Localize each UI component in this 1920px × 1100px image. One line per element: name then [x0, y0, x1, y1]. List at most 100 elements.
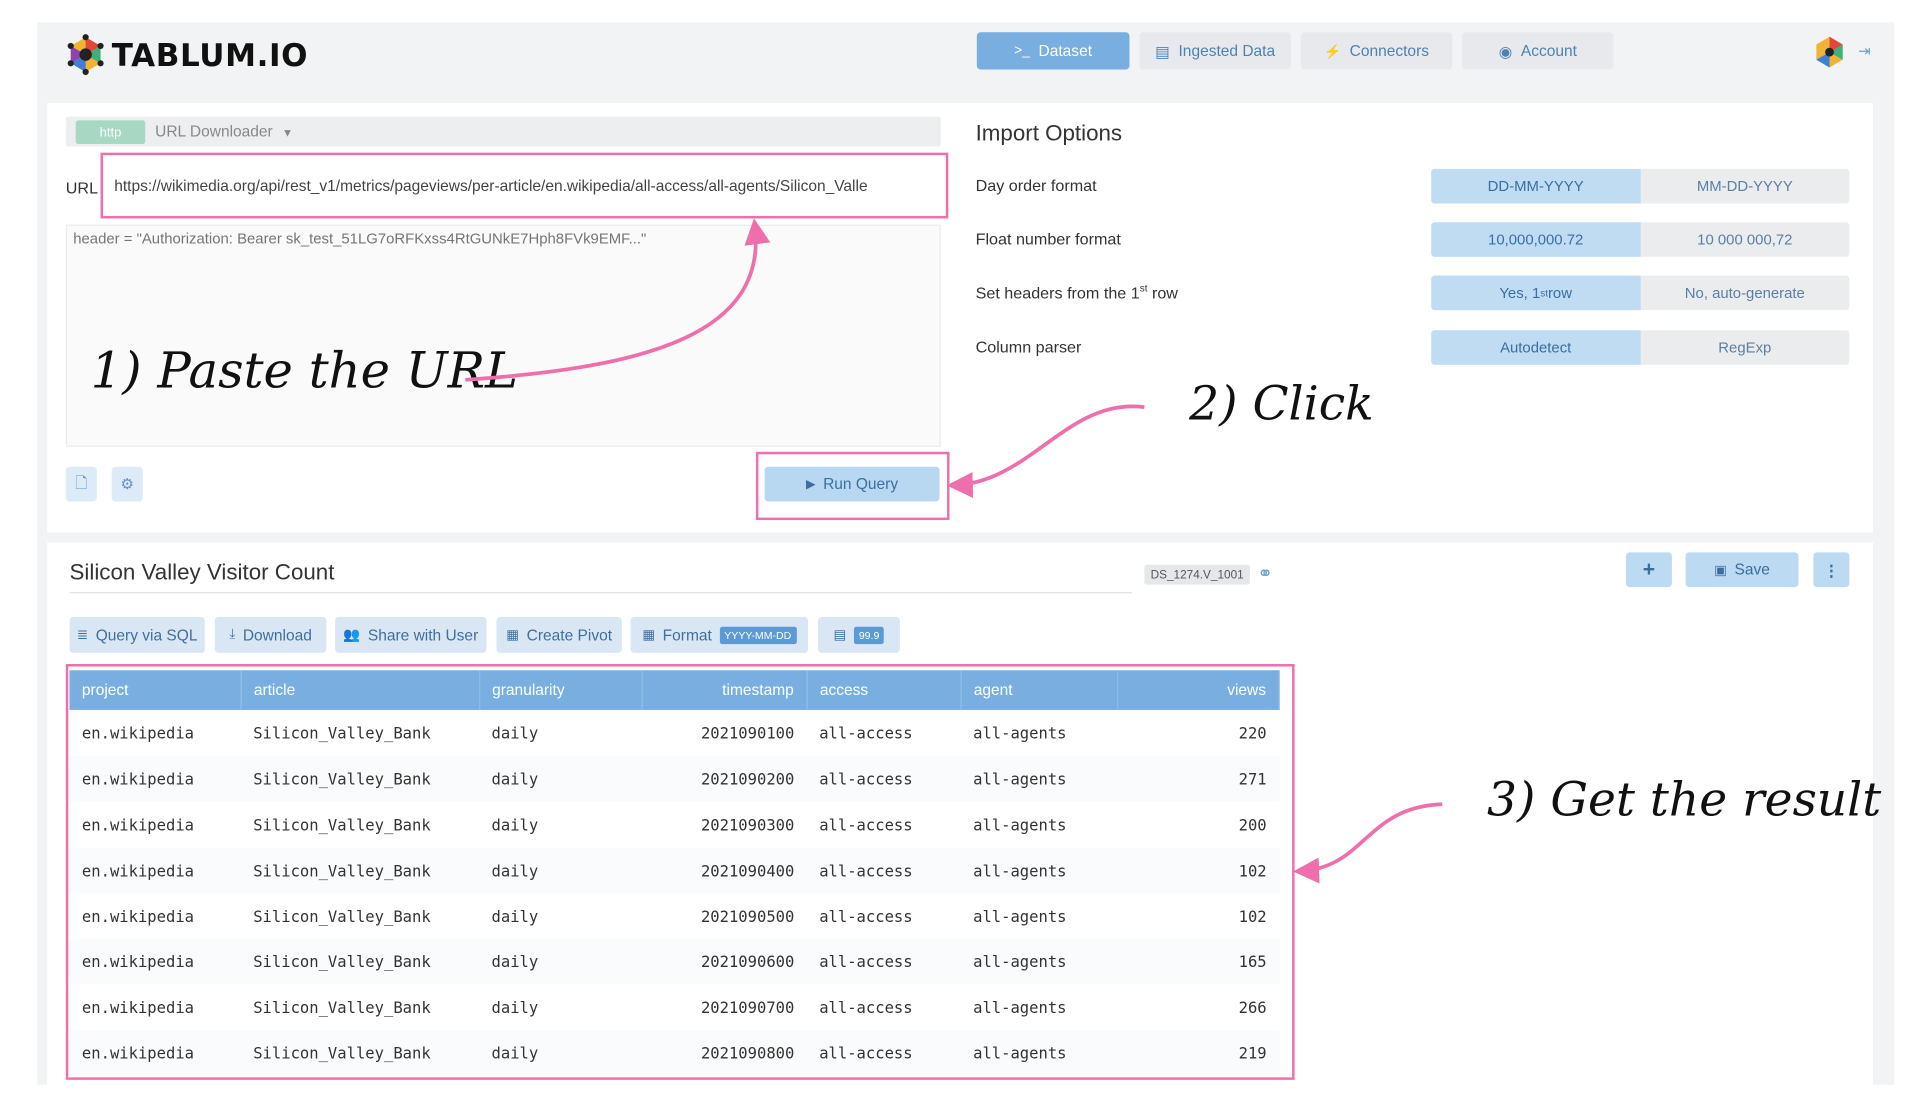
- cell-agent: all-agents: [960, 893, 1118, 939]
- table-row[interactable]: en.wikipedia Silicon_Valley_Bank daily 2021…: [69, 938, 1280, 985]
- table-row[interactable]: en.wikipedia Silicon_Valley_Bank daily 2021…: [69, 893, 1280, 939]
- cell-article: Silicon_Valley_Bank: [240, 709, 480, 756]
- cell-granularity: daily: [479, 847, 642, 894]
- database-icon: ▤: [1155, 42, 1170, 61]
- calculator-icon: ▤: [833, 628, 847, 643]
- cell-agent: all-agents: [960, 938, 1118, 985]
- number-format-button[interactable]: ▤ 99.9: [817, 616, 900, 653]
- cell-agent: all-agents: [960, 801, 1118, 848]
- terminal-icon: >_: [1014, 43, 1030, 59]
- nav-account-label: Account: [1520, 42, 1578, 60]
- cell-views: 200: [1117, 801, 1280, 848]
- brand-logo[interactable]: TABLUM.IO: [65, 34, 309, 76]
- cell-agent: all-agents: [960, 755, 1118, 802]
- cell-views: 102: [1117, 893, 1280, 939]
- nav-dataset[interactable]: >_ Dataset: [976, 32, 1130, 70]
- float-format-comma[interactable]: 10 000 000,72: [1640, 222, 1850, 257]
- nav-dataset-label: Dataset: [1038, 42, 1093, 60]
- calendar-icon: ▦: [642, 628, 656, 643]
- col-project[interactable]: project: [69, 670, 242, 710]
- run-query-label: Run Query: [823, 475, 899, 493]
- cell-timestamp: 2021090800: [641, 1030, 807, 1077]
- col-granularity[interactable]: granularity: [479, 670, 643, 710]
- save-button[interactable]: ▣ Save: [1685, 552, 1799, 588]
- cell-timestamp: 2021090200: [641, 755, 807, 802]
- run-query-button[interactable]: ▶ Run Query: [764, 466, 940, 502]
- link-icon[interactable]: ⚭: [1257, 562, 1273, 585]
- column-parser-toggle: Autodetect RegExp: [1431, 330, 1850, 365]
- day-order-mmdd[interactable]: MM-DD-YYYY: [1640, 168, 1850, 204]
- cell-timestamp: 2021090500: [641, 893, 807, 939]
- nav-account[interactable]: ◉ Account: [1462, 32, 1614, 70]
- cell-article: Silicon_Valley_Bank: [240, 938, 480, 985]
- cell-granularity: daily: [479, 801, 642, 848]
- headers-label-post: row: [1147, 283, 1178, 303]
- parser-autodetect[interactable]: Autodetect: [1431, 330, 1641, 365]
- http-tag: http: [75, 120, 146, 144]
- table-row[interactable]: en.wikipedia Silicon_Valley_Bank daily 2021…: [69, 1030, 1280, 1077]
- share-button[interactable]: 👥 Share with User: [335, 616, 487, 653]
- more-menu-button[interactable]: ⋮: [1813, 552, 1850, 588]
- col-views[interactable]: views: [1117, 670, 1280, 710]
- cell-timestamp: 2021090300: [641, 801, 807, 848]
- cell-granularity: daily: [479, 709, 642, 756]
- settings-button[interactable]: ⚙: [111, 466, 143, 502]
- download-button[interactable]: ⤓ Download: [214, 616, 327, 653]
- headers-label: Set headers from the 1st row: [976, 283, 1178, 302]
- day-order-toggle: DD-MM-YYYY MM-DD-YYYY: [1431, 168, 1850, 204]
- cell-granularity: daily: [479, 1030, 642, 1077]
- format-button[interactable]: ▦ Format YYYY-MM-DD: [630, 616, 809, 653]
- cell-project: en.wikipedia: [69, 755, 241, 802]
- cell-article: Silicon_Valley_Bank: [240, 1030, 480, 1077]
- url-input[interactable]: https://wikimedia.org/api/rest_v1/metric…: [103, 156, 946, 217]
- parser-regexp[interactable]: RegExp: [1640, 330, 1850, 365]
- table-row[interactable]: en.wikipedia Silicon_Valley_Bank daily 2021…: [69, 847, 1280, 894]
- query-sql-button[interactable]: ≣ Query via SQL: [69, 616, 205, 653]
- day-order-label: Day order format: [975, 176, 1097, 195]
- connector-label: URL Downloader: [155, 122, 273, 141]
- headers-no[interactable]: No, auto-generate: [1640, 275, 1850, 311]
- share-label: Share with User: [367, 626, 479, 644]
- cell-granularity: daily: [479, 938, 642, 985]
- gear-icon: ⚙: [120, 475, 134, 493]
- file-button[interactable]: 🗋: [65, 466, 97, 502]
- title-underline: [69, 592, 1132, 594]
- screen: TABLUM.IO >_ Dataset ▤ Ingested Data ⚡ C…: [0, 0, 1920, 1100]
- table-body: en.wikipedia Silicon_Valley_Bank daily 2021…: [69, 709, 1280, 1077]
- nav-ingested-data[interactable]: ▤ Ingested Data: [1139, 32, 1291, 70]
- cell-views: 266: [1117, 984, 1280, 1031]
- headers-textarea[interactable]: [65, 224, 941, 447]
- cell-article: Silicon_Valley_Bank: [240, 755, 480, 802]
- headers-yes[interactable]: Yes, 1st row: [1431, 275, 1641, 311]
- float-format-dot[interactable]: 10,000,000.72: [1431, 222, 1641, 257]
- cell-views: 165: [1117, 938, 1280, 985]
- download-label: Download: [242, 626, 312, 644]
- nav-connectors[interactable]: ⚡ Connectors: [1300, 32, 1453, 70]
- logout-icon[interactable]: ⇥: [1858, 42, 1870, 59]
- dataset-id-badge: DS_1274.V_1001: [1144, 564, 1250, 585]
- connector-dropdown[interactable]: URL Downloader ▼: [155, 123, 293, 140]
- caret-down-icon: ▼: [282, 126, 294, 140]
- table-row[interactable]: en.wikipedia Silicon_Valley_Bank daily 2021…: [69, 755, 1280, 802]
- col-article[interactable]: article: [240, 670, 480, 710]
- save-label: Save: [1734, 561, 1770, 579]
- headers-yes-sup: st: [1540, 287, 1548, 299]
- file-icon: 🗋: [75, 473, 88, 491]
- add-button[interactable]: +: [1625, 552, 1672, 588]
- user-avatar-icon[interactable]: [1811, 34, 1848, 71]
- col-agent[interactable]: agent: [960, 670, 1118, 710]
- col-timestamp[interactable]: timestamp: [641, 670, 808, 710]
- table-row[interactable]: en.wikipedia Silicon_Valley_Bank daily 2021…: [69, 984, 1280, 1031]
- results-table: project article granularity timestamp ac…: [69, 670, 1280, 1077]
- cell-project: en.wikipedia: [69, 1030, 241, 1077]
- day-order-ddmm[interactable]: DD-MM-YYYY: [1431, 168, 1641, 204]
- cell-access: all-access: [806, 709, 961, 756]
- col-access[interactable]: access: [806, 670, 962, 710]
- cell-article: Silicon_Valley_Bank: [240, 984, 480, 1031]
- table-row[interactable]: en.wikipedia Silicon_Valley_Bank daily 2021…: [69, 801, 1280, 848]
- create-pivot-button[interactable]: ▦ Create Pivot: [496, 616, 622, 653]
- cell-granularity: daily: [479, 893, 642, 939]
- table-row[interactable]: en.wikipedia Silicon_Valley_Bank daily 2021…: [69, 709, 1280, 756]
- cell-project: en.wikipedia: [69, 709, 241, 756]
- dataset-title[interactable]: Silicon Valley Visitor Count: [70, 560, 335, 586]
